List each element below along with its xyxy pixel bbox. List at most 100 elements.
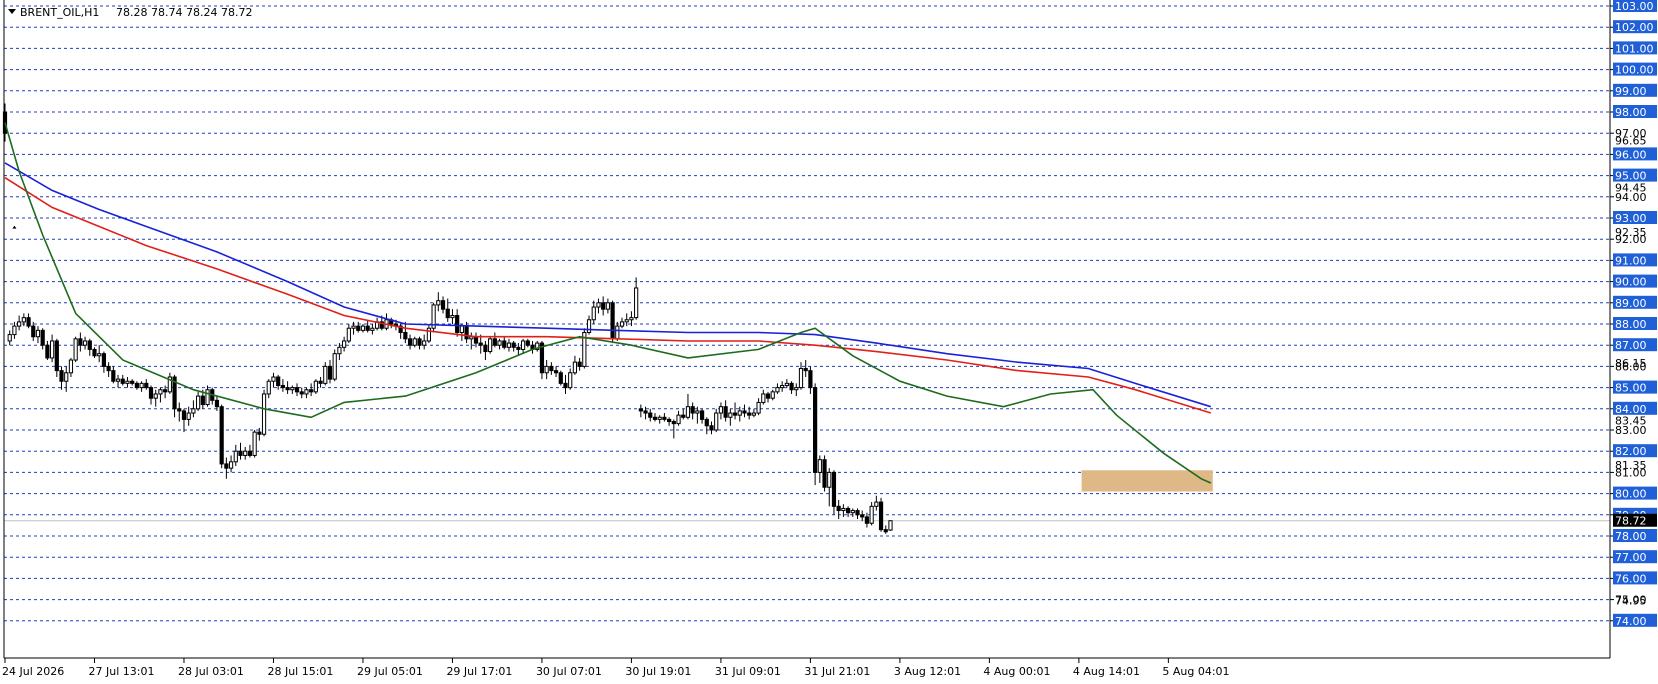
time-axis: 24 Jul 2026 27 Jul 13:01 28 Jul 03:01 28 Ju… [2,658,1230,678]
candle [97,345,102,363]
candle [469,332,474,350]
candle [186,406,191,426]
candle [299,387,304,399]
chart-header: BRENT_OIL,H1 78.28 78.74 78.24 78.72 [8,6,252,19]
candle [313,379,318,394]
candle [732,402,738,420]
candle [506,338,512,352]
y-extra-label: 83.45 [1615,414,1647,427]
candle [488,336,493,354]
candle [817,455,822,483]
candle [144,379,149,390]
candle [309,383,314,397]
candle [243,446,248,460]
ma-mid-line [4,177,1212,414]
y-extra-label: 92.35 [1615,226,1647,239]
y-extra-label: 86.15 [1615,357,1647,370]
x-tick-label: 4 Aug 14:01 [1073,665,1140,678]
y-tick-label: 101.00 [1615,42,1654,55]
candle [624,313,629,327]
candle [572,355,578,375]
candle [177,402,182,422]
dropdown-triangle-icon[interactable] [8,9,16,14]
candle [59,366,64,390]
candle [106,362,111,377]
candle [582,328,587,369]
candle [130,379,135,386]
candle [120,374,125,386]
candle [671,419,676,439]
y-tick-label: 93.00 [1615,212,1647,225]
candle [356,321,361,333]
x-tick-label: 28 Jul 15:01 [267,665,333,678]
candle [78,332,83,352]
candle [280,379,285,392]
candle [407,334,413,350]
price-axis: 103.00102.00101.00100.0099.0098.0097.009… [1610,0,1657,628]
candle [497,338,502,350]
candle [667,417,672,426]
x-tick-label: 29 Jul 17:01 [446,665,512,678]
candle [346,324,351,344]
candle [709,421,714,435]
candle [803,360,808,377]
candle [662,413,667,422]
candle [808,366,813,394]
candle [12,321,17,339]
candle [327,360,333,384]
candle [7,330,12,346]
candle [845,506,851,517]
candle [219,404,224,469]
candle [417,336,422,350]
candle [294,383,300,397]
candle [82,336,88,350]
price-chart[interactable]: 103.00102.00101.00100.0099.0098.0097.009… [0,0,1658,684]
candle [332,349,337,382]
ma-slow-line [4,162,1212,408]
x-tick-label: 4 Aug 00:01 [983,665,1050,678]
candle [158,387,163,403]
candle [855,508,860,520]
candle [850,508,855,517]
candle [869,502,874,526]
current-price-label: 78.72 [1615,515,1647,528]
candle [521,338,526,354]
y-tick-label: 87.00 [1615,339,1647,352]
y-tick-label: 98.00 [1615,106,1647,119]
candle [483,340,488,361]
candle [45,340,50,361]
candle [342,336,347,352]
candle [238,442,243,460]
candle [648,408,653,422]
y-tick-label: 100.00 [1615,64,1654,77]
candle [511,340,516,352]
candle [831,470,837,515]
candle [360,324,366,333]
candle [431,302,436,333]
x-tick-label: 24 Jul 2026 [2,665,64,678]
marker-icon [12,225,17,229]
candle [789,381,794,394]
candle [605,298,610,314]
candle [813,383,818,486]
candle [318,377,323,388]
candle [54,338,59,377]
candle [883,525,888,534]
candle [685,393,691,420]
candle [860,510,865,522]
candle [31,321,36,341]
candle [596,298,601,314]
candle [676,410,681,426]
candle [544,360,549,380]
candle [440,296,446,314]
x-tick-label: 27 Jul 13:01 [88,665,154,678]
y-tick-label: 89.00 [1615,297,1647,310]
x-tick-label: 28 Jul 03:01 [178,665,244,678]
candle [68,357,74,377]
candle [619,317,625,329]
candle [723,400,728,422]
y-tick-label: 91.00 [1615,254,1647,267]
y-tick-label: 102.00 [1615,21,1654,34]
candle [422,334,427,350]
candle [756,398,761,416]
